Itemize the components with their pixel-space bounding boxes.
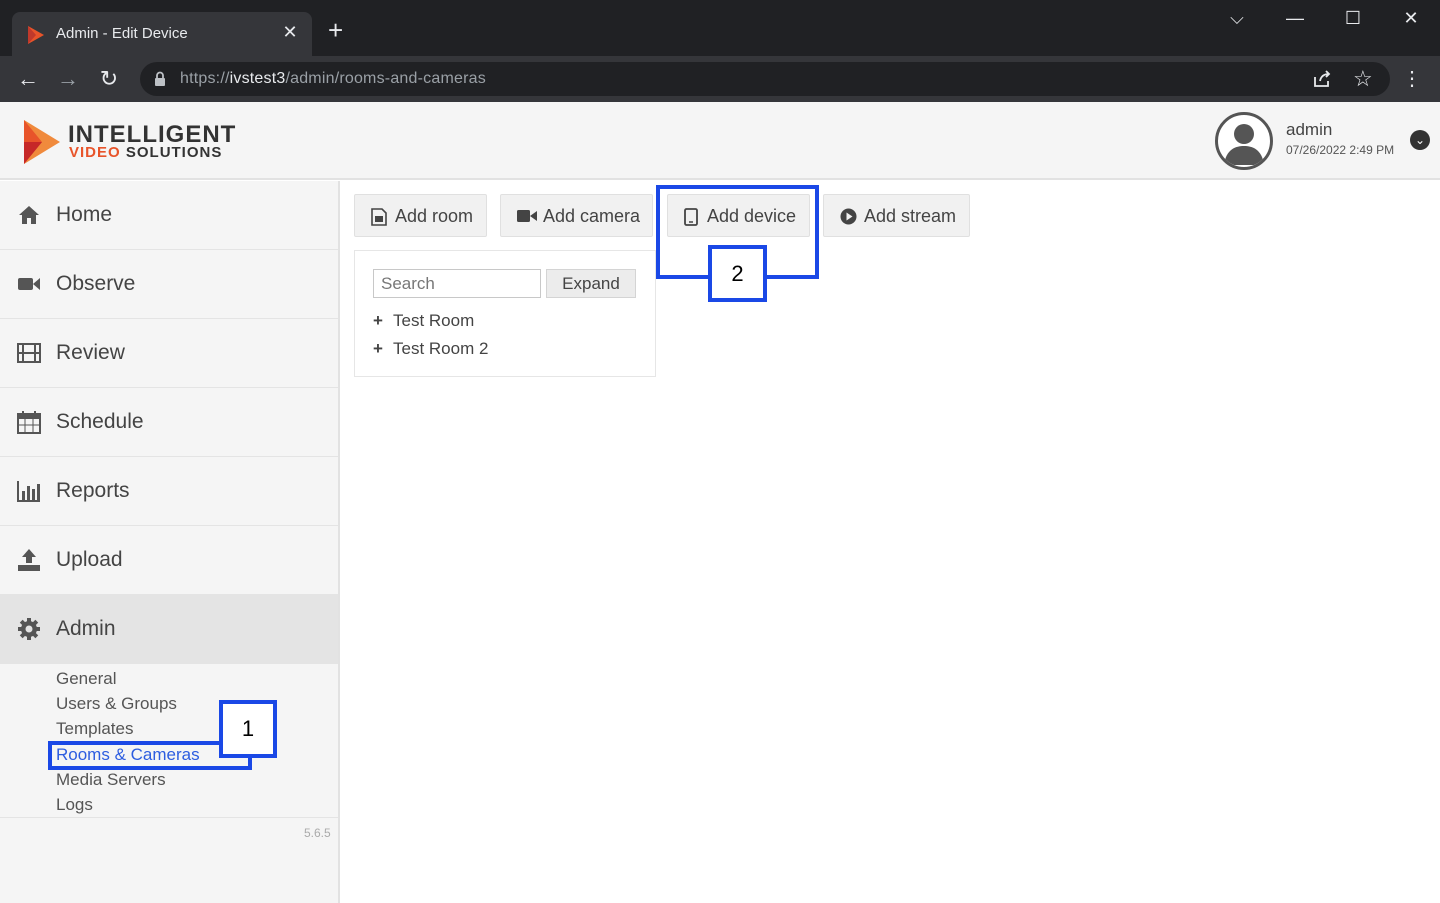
gear-icon — [18, 618, 40, 640]
browser-tab-bar: Admin - Edit Device ✕ + ⌵ — ☐ ✕ — [0, 0, 1440, 56]
sidebar-item-review[interactable]: Review — [0, 319, 338, 388]
maximize-icon[interactable]: ☐ — [1333, 8, 1373, 29]
reload-icon[interactable]: ↻ — [94, 64, 124, 94]
user-menu-chevron-icon[interactable]: ⌄ — [1410, 130, 1430, 150]
minimize-icon[interactable]: — — [1275, 8, 1315, 29]
sidebar: Home Observe Review Schedule Reports Upl… — [0, 181, 340, 903]
sidebar-item-home[interactable]: Home — [0, 181, 338, 250]
tree-item-test-room[interactable]: + Test Room — [373, 311, 474, 331]
video-camera-icon — [517, 210, 537, 222]
sidebar-item-label: Home — [56, 203, 113, 226]
rooms-tree-panel: Expand +Test Room +Test Room 2 — [354, 250, 656, 377]
admin-subnav-logs[interactable]: Logs — [56, 795, 93, 815]
expand-plus-icon[interactable]: + — [373, 311, 393, 331]
sidebar-item-label: Upload — [56, 548, 123, 571]
film-icon — [17, 343, 41, 363]
tab-title: Admin - Edit Device — [56, 25, 188, 42]
new-tab-button[interactable]: + — [328, 17, 343, 43]
url-text: https://ivstest3/admin/rooms-and-cameras — [180, 70, 486, 88]
admin-subnav-general[interactable]: General — [56, 669, 116, 689]
logo-rest-words: SOLUTIONS — [120, 144, 223, 161]
user-datetime: 07/26/2022 2:49 PM — [1286, 143, 1395, 157]
add-room-label: Add room — [395, 206, 474, 226]
play-circle-icon — [840, 208, 857, 225]
room-label: Test Room — [393, 311, 475, 330]
bookmark-star-icon[interactable]: ☆ — [1353, 66, 1373, 92]
sidebar-item-admin[interactable]: Admin — [0, 595, 338, 664]
add-stream-label: Add stream — [864, 206, 957, 226]
admin-subnav-templates[interactable]: Templates — [56, 719, 133, 739]
expand-button[interactable]: Expand — [546, 269, 636, 298]
share-icon[interactable] — [1312, 70, 1332, 88]
window-close-icon[interactable]: ✕ — [1391, 8, 1431, 29]
sidebar-item-upload[interactable]: Upload — [0, 526, 338, 595]
admin-subnav-media-servers[interactable]: Media Servers — [56, 770, 166, 790]
main-content: Add room Add camera Add device Add strea… — [341, 181, 1440, 903]
add-stream-button[interactable]: Add stream — [823, 194, 970, 237]
app-version: 5.6.5 — [304, 826, 331, 840]
app-header: INTELLIGENT VIDEO SOLUTIONS admin 07/26/… — [0, 102, 1440, 180]
forward-arrow-icon[interactable]: → — [53, 64, 83, 94]
sidebar-item-label: Observe — [56, 272, 136, 295]
logo-text-secondary: VIDEO SOLUTIONS — [69, 144, 222, 161]
user-avatar-icon — [1224, 124, 1264, 165]
back-arrow-icon[interactable]: ← — [13, 64, 43, 94]
annotation-step-1: 1 — [219, 700, 277, 758]
tab-close-icon[interactable]: ✕ — [280, 22, 300, 43]
lock-icon — [155, 71, 165, 86]
sidebar-divider — [0, 817, 338, 818]
url-scheme: https:// — [180, 70, 230, 87]
sidebar-item-observe[interactable]: Observe — [0, 250, 338, 319]
sidebar-item-label: Reports — [56, 479, 130, 502]
logo-accent-word: VIDEO — [69, 144, 121, 161]
tab-search-chevron-icon[interactable]: ⌵ — [1217, 8, 1257, 29]
browser-tab[interactable]: Admin - Edit Device ✕ — [12, 12, 312, 56]
sidebar-item-reports[interactable]: Reports — [0, 457, 338, 526]
address-bar[interactable]: https://ivstest3/admin/rooms-and-cameras… — [140, 62, 1390, 96]
sidebar-item-label: Schedule — [56, 410, 144, 433]
room-label: Test Room 2 — [393, 339, 489, 358]
url-host: ivstest3 — [229, 70, 286, 87]
annotation-step-2: 2 — [708, 245, 767, 302]
bar-chart-icon — [17, 481, 40, 502]
tree-item-test-room-2[interactable]: + Test Room 2 — [373, 339, 488, 359]
username[interactable]: admin — [1286, 120, 1332, 140]
add-room-button[interactable]: Add room — [354, 194, 487, 237]
add-camera-label: Add camera — [543, 206, 641, 226]
video-camera-icon — [18, 278, 40, 290]
browser-toolbar: ← → ↻ https://ivstest3/admin/rooms-and-c… — [0, 56, 1440, 102]
admin-subnav-users-groups[interactable]: Users & Groups — [56, 694, 177, 714]
add-camera-button[interactable]: Add camera — [500, 194, 653, 237]
browser-menu-icon[interactable]: ⋮ — [1402, 66, 1422, 91]
upload-icon — [18, 549, 40, 571]
search-input[interactable] — [373, 269, 541, 298]
calendar-icon — [17, 411, 41, 434]
sidebar-item-schedule[interactable]: Schedule — [0, 388, 338, 457]
app-favicon-icon — [28, 26, 44, 44]
expand-plus-icon[interactable]: + — [373, 339, 393, 359]
add-room-icon — [371, 208, 387, 226]
sidebar-item-label: Review — [56, 341, 125, 364]
sidebar-item-label: Admin — [56, 617, 116, 640]
url-path: /admin/rooms-and-cameras — [285, 70, 486, 87]
user-avatar[interactable] — [1215, 112, 1273, 170]
logo-icon — [24, 120, 60, 164]
home-icon — [19, 206, 39, 224]
